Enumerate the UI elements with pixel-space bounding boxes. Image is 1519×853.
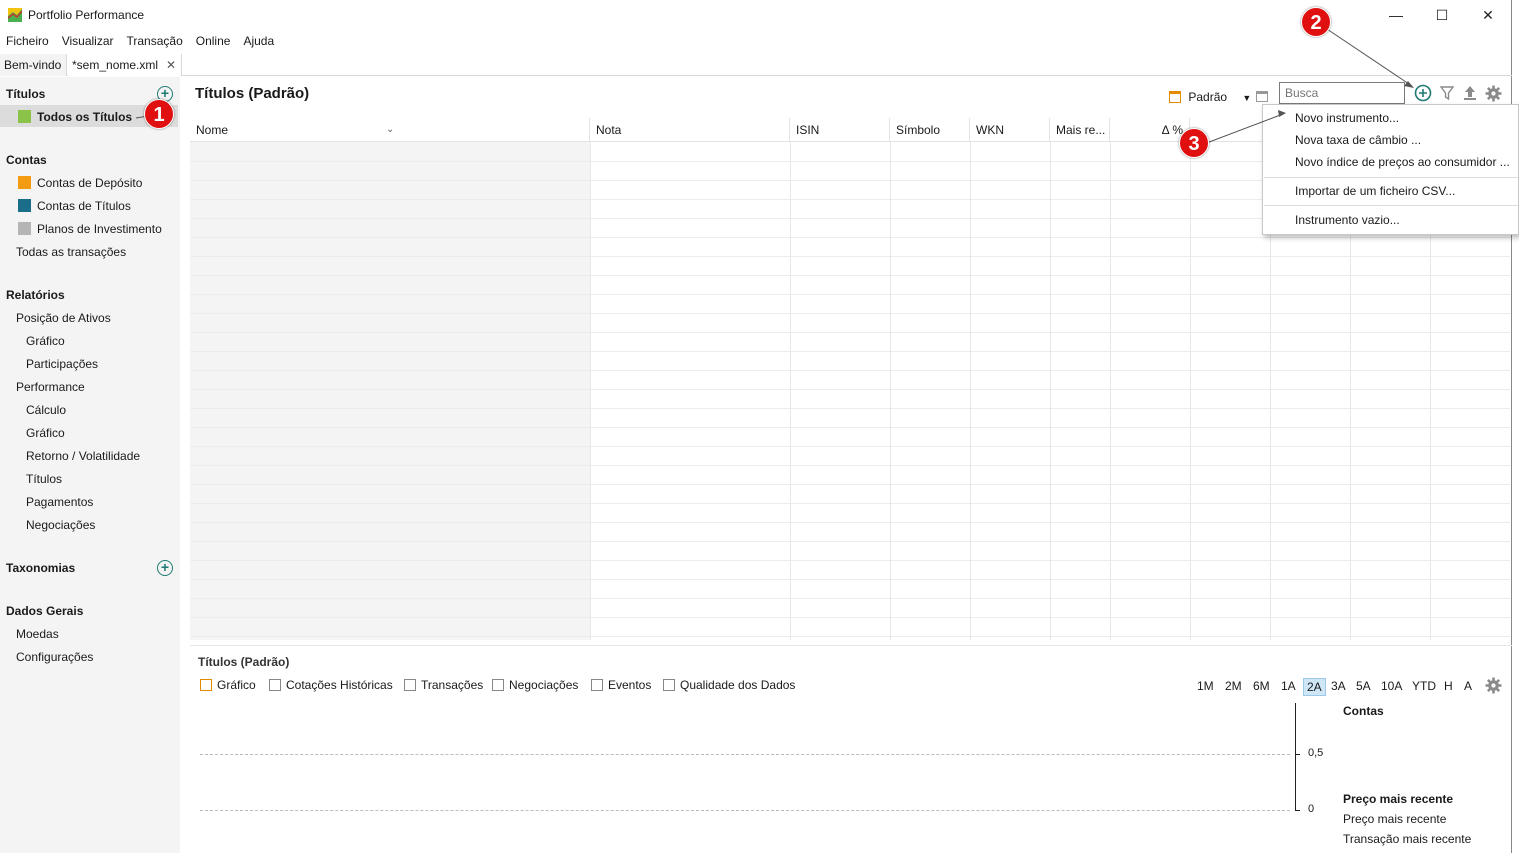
gridline-05 [200,754,1290,755]
period-2m[interactable]: 2M [1222,678,1245,694]
pane-divider [190,645,1512,646]
tab-label: Transações [421,678,484,692]
tab-icon [663,679,675,691]
tab-qualidade-dados[interactable]: Qualidade dos Dados [663,678,795,692]
period-5a[interactable]: 5A [1353,678,1374,694]
arrow-line-3 [1195,113,1284,148]
period-3a[interactable]: 3A [1328,678,1349,694]
tab-label: Negociações [509,678,579,692]
arrow-line-2 [1317,22,1413,87]
axis-tick-label-05: 0,5 [1308,747,1324,759]
tab-label: Eventos [608,678,652,692]
annotation-badge-1: 1 [144,99,174,129]
period-h[interactable]: H [1441,678,1456,694]
tab-eventos[interactable]: Eventos [591,678,651,692]
period-1a[interactable]: 1A [1278,678,1299,694]
annotation-badge-2: 2 [1301,7,1331,37]
period-ytd[interactable]: YTD [1409,678,1439,694]
gear-icon [1485,677,1501,693]
tab-icon [492,679,504,691]
axis-tick [1295,754,1300,755]
app-window: Portfolio Performance — ☐ ✕ Ficheiro Vis… [0,0,1519,853]
arrow-head-3 [1278,110,1286,117]
tab-negociacoes[interactable]: Negociações [492,678,578,692]
tab-label: Gráfico [217,678,256,692]
legend-transacao-recente[interactable]: Transação mais recente [1343,832,1471,846]
legend-preco-header: Preço mais recente [1343,792,1454,806]
period-10a[interactable]: 10A [1378,678,1405,694]
axis-tick-label-0: 0 [1308,803,1315,815]
legend-contas-header: Contas [1343,704,1384,718]
tab-label: Cotações Históricas [286,678,393,692]
y-axis [1295,703,1296,811]
tab-icon [269,679,281,691]
chart-tab-icon [200,679,212,691]
chart-settings-button[interactable] [1484,676,1502,694]
axis-tick [1295,810,1300,811]
legend-preco-recente[interactable]: Preço mais recente [1343,812,1446,826]
period-2a[interactable]: 2A [1303,678,1326,696]
period-a[interactable]: A [1461,678,1475,694]
period-1m[interactable]: 1M [1194,678,1217,694]
tab-cotacoes-historicas[interactable]: Cotações Históricas [269,678,393,692]
tab-grafico[interactable]: Gráfico [200,678,256,692]
annotation-arrows [135,22,1414,148]
gridline-0 [200,810,1290,811]
bottom-pane-title: Títulos (Padrão) [198,655,290,669]
tab-icon [591,679,603,691]
tab-transacoes[interactable]: Transações [404,678,483,692]
annotation-badge-3: 3 [1179,128,1209,158]
tab-icon [404,679,416,691]
period-6m[interactable]: 6M [1250,678,1273,694]
tab-label: Qualidade dos Dados [680,678,796,692]
